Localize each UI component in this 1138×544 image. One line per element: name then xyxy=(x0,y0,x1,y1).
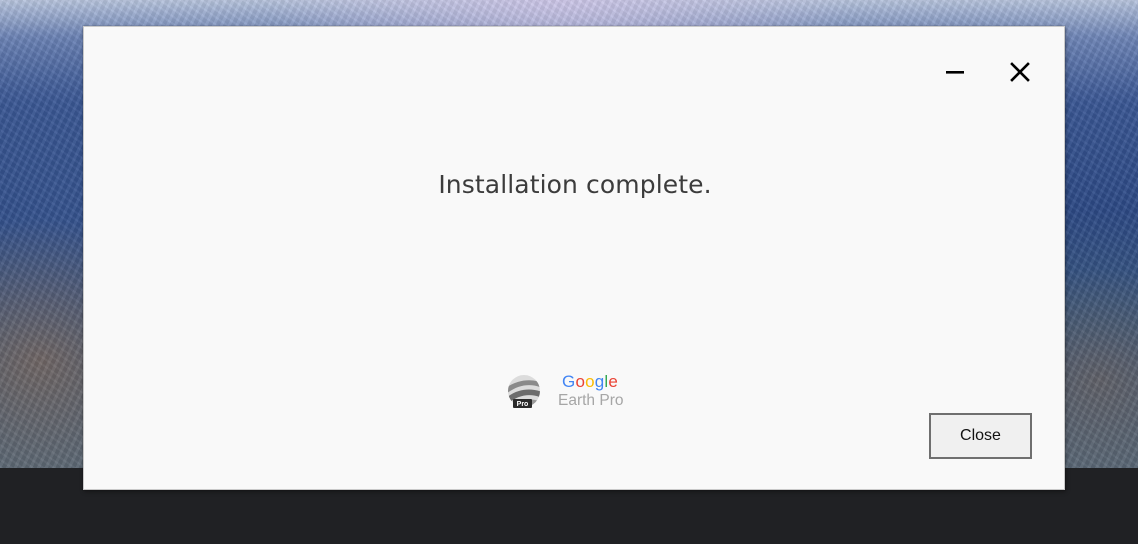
desktop: Installation complete. Pro Google Earth … xyxy=(0,0,1138,544)
google-letter: o xyxy=(585,372,595,391)
google-earth-pro-logo-icon: Pro xyxy=(508,375,540,408)
google-wordmark: Google xyxy=(562,372,618,392)
close-icon xyxy=(1010,62,1030,82)
product-name: Earth Pro xyxy=(558,392,624,409)
installation-status-message: Installation complete. xyxy=(438,170,712,199)
minimize-icon xyxy=(946,71,964,74)
google-letter: o xyxy=(575,372,586,391)
logo-badge-label: Pro xyxy=(517,401,529,408)
google-letter: g xyxy=(594,372,605,391)
minimize-button[interactable] xyxy=(938,55,972,89)
google-letter: e xyxy=(608,372,619,391)
installer-dialog: Installation complete. Pro Google Earth … xyxy=(83,26,1065,490)
google-letter: G xyxy=(562,372,576,391)
close-button[interactable]: Close xyxy=(929,413,1032,459)
close-window-button[interactable] xyxy=(1003,55,1037,89)
google-earth-pro-branding: Pro Google Earth Pro xyxy=(506,372,636,412)
